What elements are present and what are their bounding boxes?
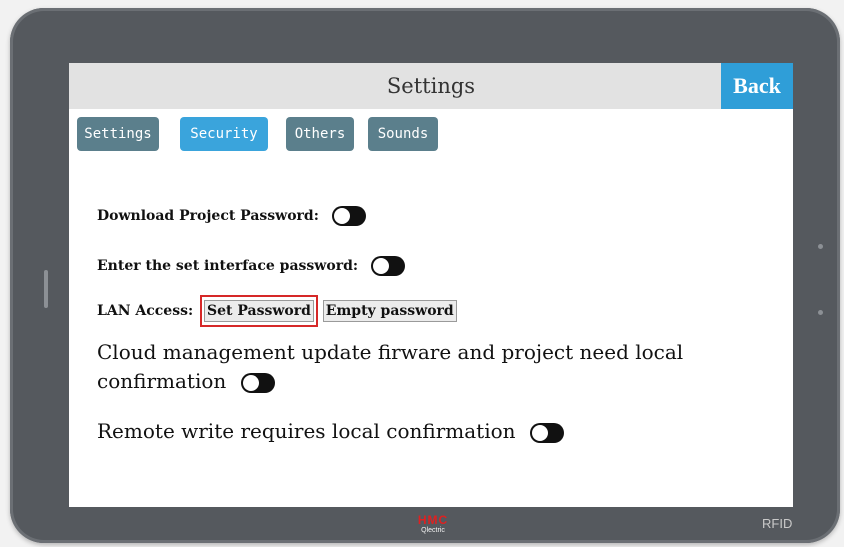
toggle-switch-icon (333, 208, 350, 224)
header-bar: Settings Back (69, 63, 793, 109)
remote-write-label: Remote write requires local confirmation (97, 419, 516, 443)
tab-security[interactable]: Security (180, 117, 268, 151)
toggle-switch-icon (531, 424, 548, 441)
back-button[interactable]: Back (721, 63, 793, 109)
cloud-update-label-line2: confirmation (97, 369, 227, 393)
empty-password-button[interactable]: Empty password (322, 300, 457, 322)
download-project-password-label: Download Project Password: (97, 208, 319, 224)
lan-access-label: LAN Access: (97, 303, 194, 319)
remote-write-row: Remote write requires local confirmation (97, 417, 564, 446)
download-project-password-row: Download Project Password: (97, 206, 366, 226)
enter-set-interface-password-label: Enter the set interface password: (97, 258, 359, 274)
cloud-update-toggle[interactable] (240, 372, 275, 393)
page-title: Settings (386, 74, 476, 98)
rfid-icon: RFID (762, 516, 793, 531)
tab-settings[interactable]: Settings (77, 117, 159, 151)
lan-access-row: LAN Access: Set Password Empty password (97, 295, 457, 327)
cloud-update-label-line1: Cloud management update firware and proj… (97, 340, 684, 364)
set-password-highlight: Set Password (200, 295, 318, 327)
side-button (44, 270, 48, 308)
download-project-password-toggle[interactable] (331, 206, 366, 226)
remote-write-toggle[interactable] (529, 422, 564, 443)
side-dot-bottom (818, 310, 823, 315)
toggle-switch-icon (372, 258, 389, 274)
tab-sounds[interactable]: Sounds (368, 117, 438, 151)
enter-set-interface-password-row: Enter the set interface password: (97, 256, 405, 276)
screen: Settings Back Settings Security Others S… (69, 63, 793, 507)
cloud-update-row: Cloud management update firware and proj… (97, 338, 683, 396)
brand-logo: HMC Qlectric (417, 513, 449, 534)
set-password-button[interactable]: Set Password (204, 300, 314, 322)
toggle-switch-icon (242, 374, 259, 391)
tab-others[interactable]: Others (286, 117, 354, 151)
enter-set-interface-password-toggle[interactable] (370, 256, 405, 276)
side-dot-top (818, 244, 823, 249)
